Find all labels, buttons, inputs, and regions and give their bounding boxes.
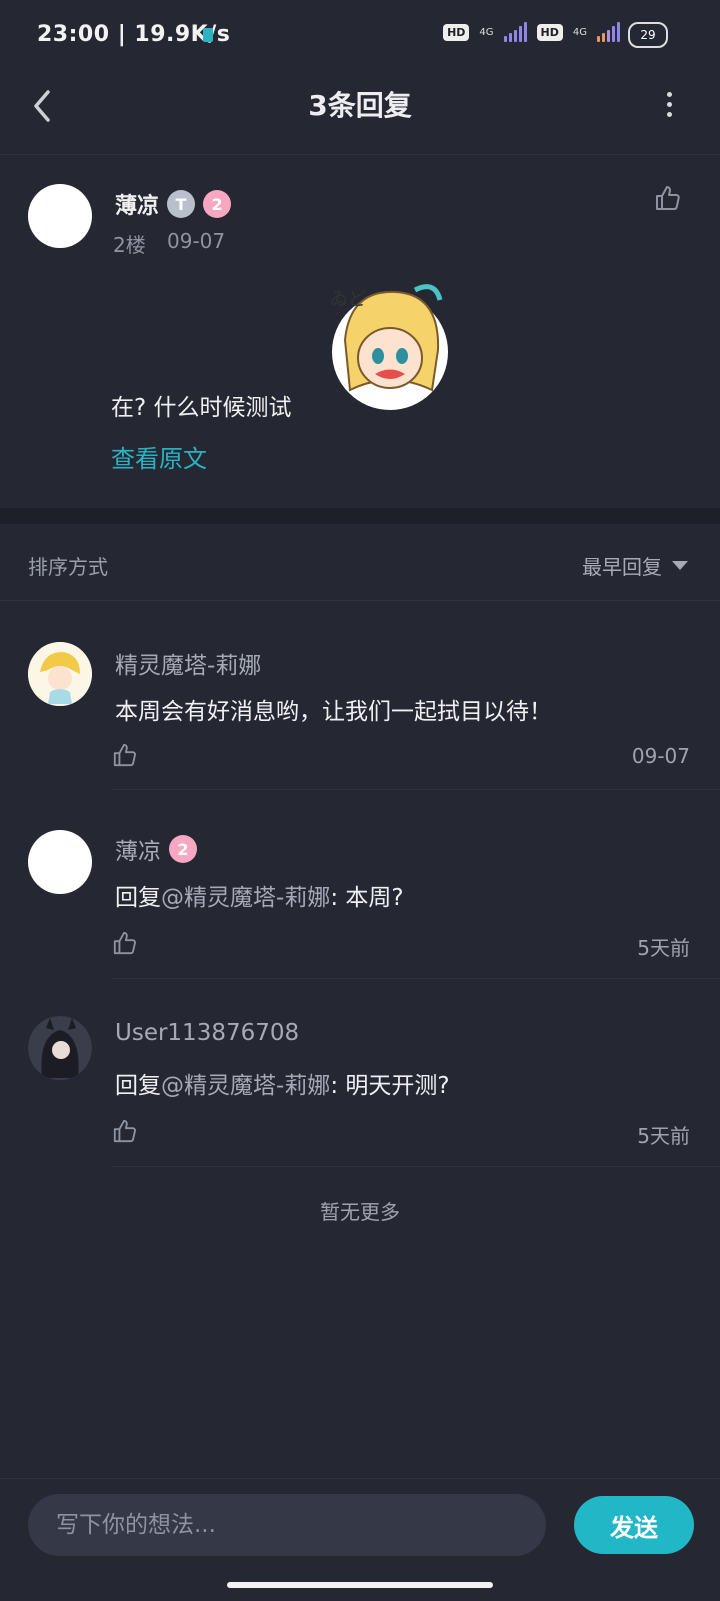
- avatar-image: [28, 1016, 92, 1080]
- svg-text:ゐど: ゐど: [330, 289, 366, 310]
- title-badge-icon: T: [167, 190, 196, 218]
- comment-input[interactable]: [28, 1494, 546, 1556]
- post-author-avatar[interactable]: [28, 184, 92, 248]
- no-more-label: 暂无更多: [320, 1200, 400, 1224]
- reply-prefix: 回复: [115, 885, 161, 911]
- caret-down-icon: [672, 561, 688, 570]
- view-original-link[interactable]: 查看原文: [111, 439, 207, 474]
- reply-author[interactable]: User113876708: [115, 1020, 299, 1046]
- page-title: 3条回复: [308, 89, 412, 122]
- thumbs-up-icon: [113, 743, 136, 767]
- reply-text: 本周会有好消息哟，让我们一起拭目以待！: [115, 692, 552, 726]
- reply-text: 回复@精灵魔塔-莉娜: 明天开测?: [115, 1066, 450, 1100]
- signal-icon: [503, 22, 527, 42]
- reply-avatar[interactable]: [28, 830, 92, 894]
- battery-level: 29: [640, 28, 656, 42]
- sticker-image: ゐど: [320, 270, 460, 415]
- reply-separator: [112, 978, 720, 979]
- reply-avatar[interactable]: [28, 1016, 92, 1080]
- reply-content: : 明天开测?: [330, 1073, 450, 1099]
- sort-dropdown[interactable]: 最早回复: [582, 551, 688, 580]
- send-button[interactable]: 发送: [574, 1496, 694, 1554]
- reply-author-name: 薄凉: [115, 839, 161, 865]
- reply-time: 5天前: [637, 1124, 690, 1148]
- status-time: 23:00 | 19.9K/s: [37, 22, 231, 47]
- more-vertical-icon: [664, 92, 674, 117]
- notification-icon: [203, 28, 213, 42]
- battery-icon: 29: [628, 22, 668, 48]
- reply-like-button[interactable]: [112, 930, 138, 960]
- post-text: 在? 什么时候测试: [111, 395, 292, 421]
- hd-label-2: HD: [536, 23, 563, 41]
- reply-content: : 本周?: [330, 885, 404, 911]
- home-indicator[interactable]: [227, 1582, 493, 1588]
- reply-author-name: User113876708: [115, 1020, 300, 1046]
- more-menu-button[interactable]: [664, 92, 674, 122]
- hd-label: HD: [443, 23, 470, 41]
- sort-selected: 最早回复: [582, 555, 662, 579]
- reply-author[interactable]: 薄凉 2: [115, 832, 197, 866]
- sort-label: 排序方式: [28, 555, 108, 579]
- signal-icon-2: [597, 22, 620, 42]
- reply-content: 本周会有好消息哟，让我们一起拭目以待！: [115, 699, 552, 725]
- post-author-name: 薄凉: [115, 194, 160, 219]
- reply-avatar[interactable]: [28, 642, 92, 706]
- reply-like-button[interactable]: [112, 1118, 138, 1148]
- reply-time: 5天前: [637, 936, 690, 960]
- post-date: 09-07: [167, 229, 226, 253]
- net-label-2: 4G: [572, 26, 587, 38]
- post-author[interactable]: 薄凉 T 2: [115, 188, 232, 220]
- reply-author[interactable]: 精灵魔塔-莉娜: [115, 646, 261, 680]
- post-floor: 2楼: [113, 233, 146, 257]
- reply-mention[interactable]: @精灵魔塔-莉娜: [161, 885, 330, 911]
- reply-like-button[interactable]: [112, 742, 138, 772]
- reply-separator: [112, 789, 720, 790]
- thumbs-up-icon: [656, 186, 680, 210]
- level-badge-icon: 2: [203, 190, 232, 218]
- level-badge-icon: 2: [169, 835, 197, 863]
- reply-separator: [112, 1166, 720, 1167]
- reply-prefix: 回复: [115, 1073, 161, 1099]
- avatar-image: [28, 642, 92, 706]
- reply-time: 09-07: [631, 744, 690, 768]
- thumbs-up-icon: [113, 931, 136, 955]
- reply-mention[interactable]: @精灵魔塔-莉娜: [161, 1073, 330, 1099]
- net-label: 4G: [479, 26, 494, 38]
- status-icons: HD 4G HD 4G: [443, 22, 620, 42]
- reply-author-name: 精灵魔塔-莉娜: [115, 653, 262, 679]
- section-divider: [0, 508, 720, 524]
- reply-text: 回复@精灵魔塔-莉娜: 本周?: [115, 878, 404, 912]
- thumbs-up-icon: [113, 1119, 136, 1143]
- post-like-button[interactable]: [654, 184, 682, 216]
